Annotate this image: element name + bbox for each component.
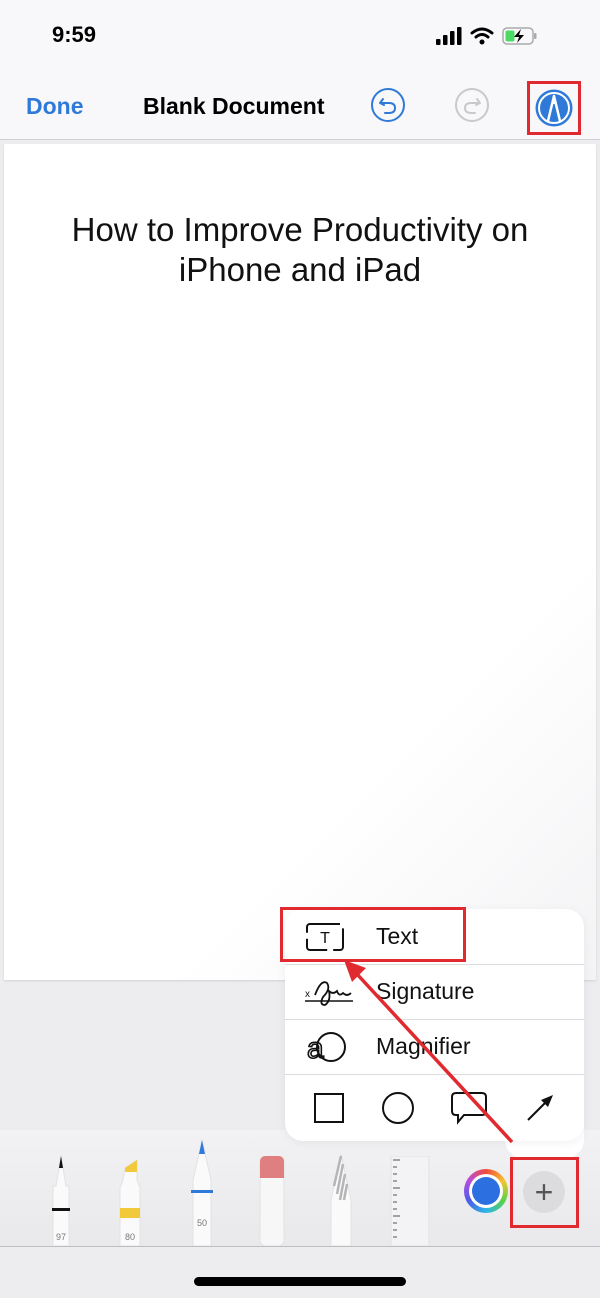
status-time: 9:59 (52, 22, 97, 47)
pencil-icon (191, 1139, 213, 1247)
highlighter-tool[interactable]: 80 (117, 1158, 143, 1247)
eraser-icon (259, 1155, 285, 1247)
arrow-shape-icon[interactable] (524, 1092, 556, 1124)
markup-button[interactable] (527, 81, 581, 135)
redo-icon[interactable] (454, 87, 490, 123)
speech-bubble-shape-icon[interactable] (450, 1091, 488, 1125)
heading-line-1: How to Improve Productivity on (71, 211, 529, 248)
document-title: Blank Document (143, 93, 325, 119)
selected-color-swatch (472, 1177, 500, 1205)
navigation-bar: Done Blank Document (0, 75, 600, 140)
svg-text:a: a (307, 1032, 324, 1064)
status-icons (436, 26, 538, 46)
signal-icon (436, 27, 462, 45)
eraser-tool[interactable] (259, 1155, 285, 1247)
home-indicator[interactable] (194, 1277, 406, 1286)
wifi-icon (470, 27, 494, 45)
status-bar: 9:59 (0, 0, 600, 75)
battery-charging-icon (502, 27, 537, 45)
document-page[interactable]: How to Improve Productivity on iPhone an… (4, 144, 596, 980)
highlighter-opacity-value: 80 (124, 1232, 135, 1242)
menu-item-label: Magnifier (376, 1033, 471, 1059)
svg-text:x: x (305, 989, 310, 1000)
pen-width-value: 97 (55, 1232, 66, 1242)
lasso-tool[interactable] (328, 1153, 354, 1247)
highlight-add-button (510, 1157, 579, 1228)
done-button[interactable]: Done (26, 93, 84, 120)
color-picker-button[interactable] (464, 1169, 508, 1213)
menu-item-signature[interactable]: x Signature (285, 964, 584, 1020)
lasso-icon (330, 1153, 352, 1247)
signature-icon: x (305, 980, 353, 1006)
menu-item-magnifier[interactable]: a Magnifier (285, 1019, 584, 1075)
ruler-icon (390, 1155, 430, 1247)
square-shape-icon[interactable] (313, 1092, 345, 1124)
highlight-text-option (280, 907, 466, 962)
pencil-tool[interactable]: 50 (189, 1139, 215, 1247)
document-heading[interactable]: How to Improve Productivity on iPhone an… (4, 210, 596, 290)
pencil-width-value: 50 (196, 1218, 207, 1228)
heading-line-2: iPhone and iPad (178, 251, 422, 288)
circle-shape-icon[interactable] (381, 1091, 415, 1125)
pen-tool[interactable]: 97 (48, 1155, 74, 1247)
undo-icon[interactable] (370, 87, 406, 123)
shapes-row (285, 1075, 584, 1141)
ruler-tool[interactable] (390, 1155, 430, 1247)
markup-pen-icon (535, 89, 573, 127)
magnifier-icon: a (306, 1031, 346, 1064)
menu-item-label: Signature (376, 978, 475, 1004)
